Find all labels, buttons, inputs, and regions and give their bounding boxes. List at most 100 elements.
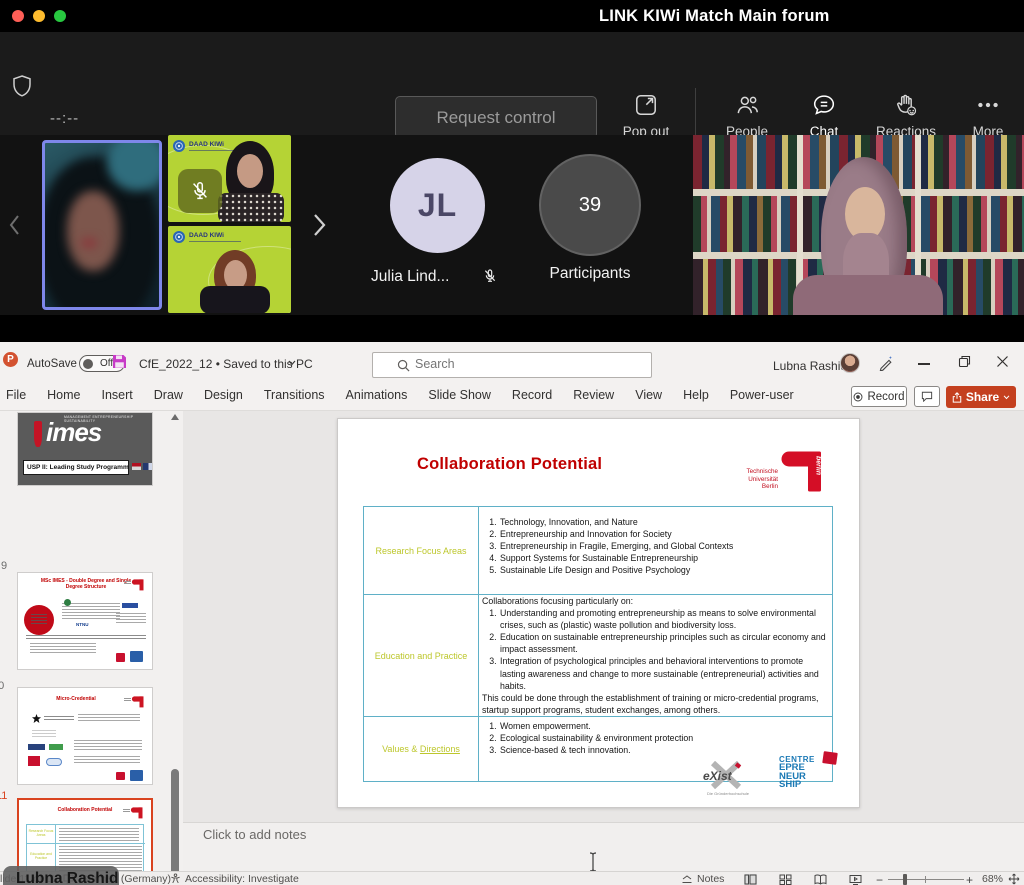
chevron-left-icon[interactable] [4,212,26,238]
video-detail-shape [81,239,97,247]
svg-text:berlin: berlin [815,456,822,475]
slideshow-view-button[interactable] [849,874,862,885]
zoom-out-button[interactable]: − [876,873,883,885]
notes-pane[interactable]: Click to add notes [183,822,1024,871]
account-name[interactable]: Lubna Rashid [773,359,847,373]
reactions-button[interactable]: Reactions [870,92,942,139]
meeting-timer: --:-- [50,110,79,127]
daad-brand-label: DAAD KIWi [189,232,224,239]
tab-review[interactable]: Review [573,388,614,402]
muted-badge [178,169,222,213]
video-tile-active-speaker[interactable] [42,140,162,310]
request-control-button[interactable]: Request control [395,96,597,139]
fit-to-window-icon[interactable] [1008,873,1020,885]
scrollbar-thumb[interactable] [171,769,179,885]
table-item: Entrepreneurship in Fragile, Emerging, a… [499,540,831,552]
video-tile-daad-1[interactable]: DAAD KIWi [168,135,291,222]
chevron-right-icon[interactable] [306,210,332,240]
tu-logo-text: Technische Universität Berlin [723,468,778,491]
people-button[interactable]: People [711,92,783,139]
filename: CfE_2022_12 [139,357,212,371]
row-body-research-focus-areas: Technology, Innovation, and Nature Entre… [479,507,833,594]
tab-slide-show[interactable]: Slide Show [428,388,491,402]
thumb-textlines [62,603,120,619]
slide-number: 10 [0,680,4,692]
thumb-caption: USP II: Leading Study Programm [23,460,129,475]
save-icon[interactable] [112,354,127,369]
slide-sorter-view-button[interactable] [779,874,792,885]
exist-logo-caption: Die Gründerhochschule [707,791,749,796]
tab-home[interactable]: Home [47,388,80,402]
pen-icon[interactable] [878,355,894,371]
zoom-slider-track[interactable] [888,879,964,880]
table-item: Ecological sustainability & environment … [499,732,831,744]
record-label: Record [867,391,904,403]
video-strip: DAAD KIWi DAAD KIWi JL [0,135,1024,315]
scrollbar-up-arrow[interactable] [170,413,180,421]
share-label: Share [966,390,999,404]
thumbnail-slide-10[interactable]: Micro-Credential [17,687,153,785]
video-face-shape [67,191,119,271]
partner-logo-shape [28,756,40,766]
accessibility-status[interactable]: Accessibility: Investigate [185,873,299,885]
zoom-in-button[interactable]: + [966,873,973,885]
thumb-textlines [44,716,74,722]
chat-button[interactable]: Chat [788,92,860,139]
avatar-initials: JL [418,187,457,224]
restore-button[interactable] [958,355,971,368]
share-button[interactable]: Share [946,386,1016,408]
search-box[interactable] [372,352,652,378]
thumbnail-slide-9[interactable]: MSc IMES - Double Degree and Single Degr… [17,572,153,670]
zoom-slider-thumb[interactable] [903,874,907,885]
thumb-textlines [116,613,146,623]
normal-view-button[interactable] [744,874,757,885]
powerpoint-app-icon[interactable]: P [3,352,18,367]
tab-help[interactable]: Help [683,388,709,402]
comments-button[interactable] [914,386,940,407]
thumb-textlines [74,740,142,752]
tab-view[interactable]: View [635,388,662,402]
popout-button[interactable]: Pop out [610,92,682,139]
slide-editor[interactable]: Collaboration Potential Technische Unive… [337,418,860,808]
close-traffic-light[interactable] [12,10,24,22]
chevron-down-icon[interactable] [288,360,296,366]
reading-view-button[interactable] [814,874,827,885]
video-stage-main[interactable] [693,135,1024,315]
uni-logo-shape [64,599,71,606]
tab-draw[interactable]: Draw [154,388,183,402]
status-bar: Slide 11 of 11 German (Germany) Accessib… [0,871,1024,885]
minimize-button[interactable] [918,363,930,365]
search-input[interactable] [415,357,635,371]
tab-record[interactable]: Record [512,388,552,402]
video-tile-daad-2[interactable]: DAAD KIWi [168,226,291,313]
close-button[interactable] [996,355,1009,368]
saved-status: Saved to this PC [223,357,312,371]
reactions-icon [893,92,919,118]
zoom-level[interactable]: 68% [982,873,1003,885]
row-header-research-focus-areas: Research Focus Areas [364,507,478,594]
thumb-textlines [30,643,96,655]
notes-toggle[interactable]: Notes [697,873,724,885]
minimize-traffic-light[interactable] [33,10,45,22]
more-button[interactable]: More [952,92,1024,139]
record-button[interactable]: Record [851,386,907,407]
window-gap [0,315,1024,342]
tab-file[interactable]: File [6,388,26,402]
zoom-traffic-light[interactable] [54,10,66,22]
document-title[interactable]: CfE_2022_12 • Saved to this PC [139,357,313,371]
tab-transitions[interactable]: Transitions [264,388,325,402]
participants-bubble[interactable]: 39 [539,154,641,256]
tab-insert[interactable]: Insert [102,388,133,402]
thumbnail-partial-slide[interactable]: MANAGEMENT ENTREPRENEURSHIP SUSTAINABILI… [17,412,153,486]
slide-title: Collaboration Potential [417,455,602,474]
ntnu-logo-text: NTNU [76,622,89,627]
account-avatar[interactable] [840,353,860,373]
tab-animations[interactable]: Animations [346,388,408,402]
tab-power-user[interactable]: Power-user [730,388,794,402]
person-face-shape [237,154,263,188]
tab-design[interactable]: Design [204,388,243,402]
avatar[interactable]: JL [390,158,485,253]
footer-logo-shape [116,653,125,662]
partner-logo-shape [122,603,138,608]
thumb-textlines [32,730,56,738]
